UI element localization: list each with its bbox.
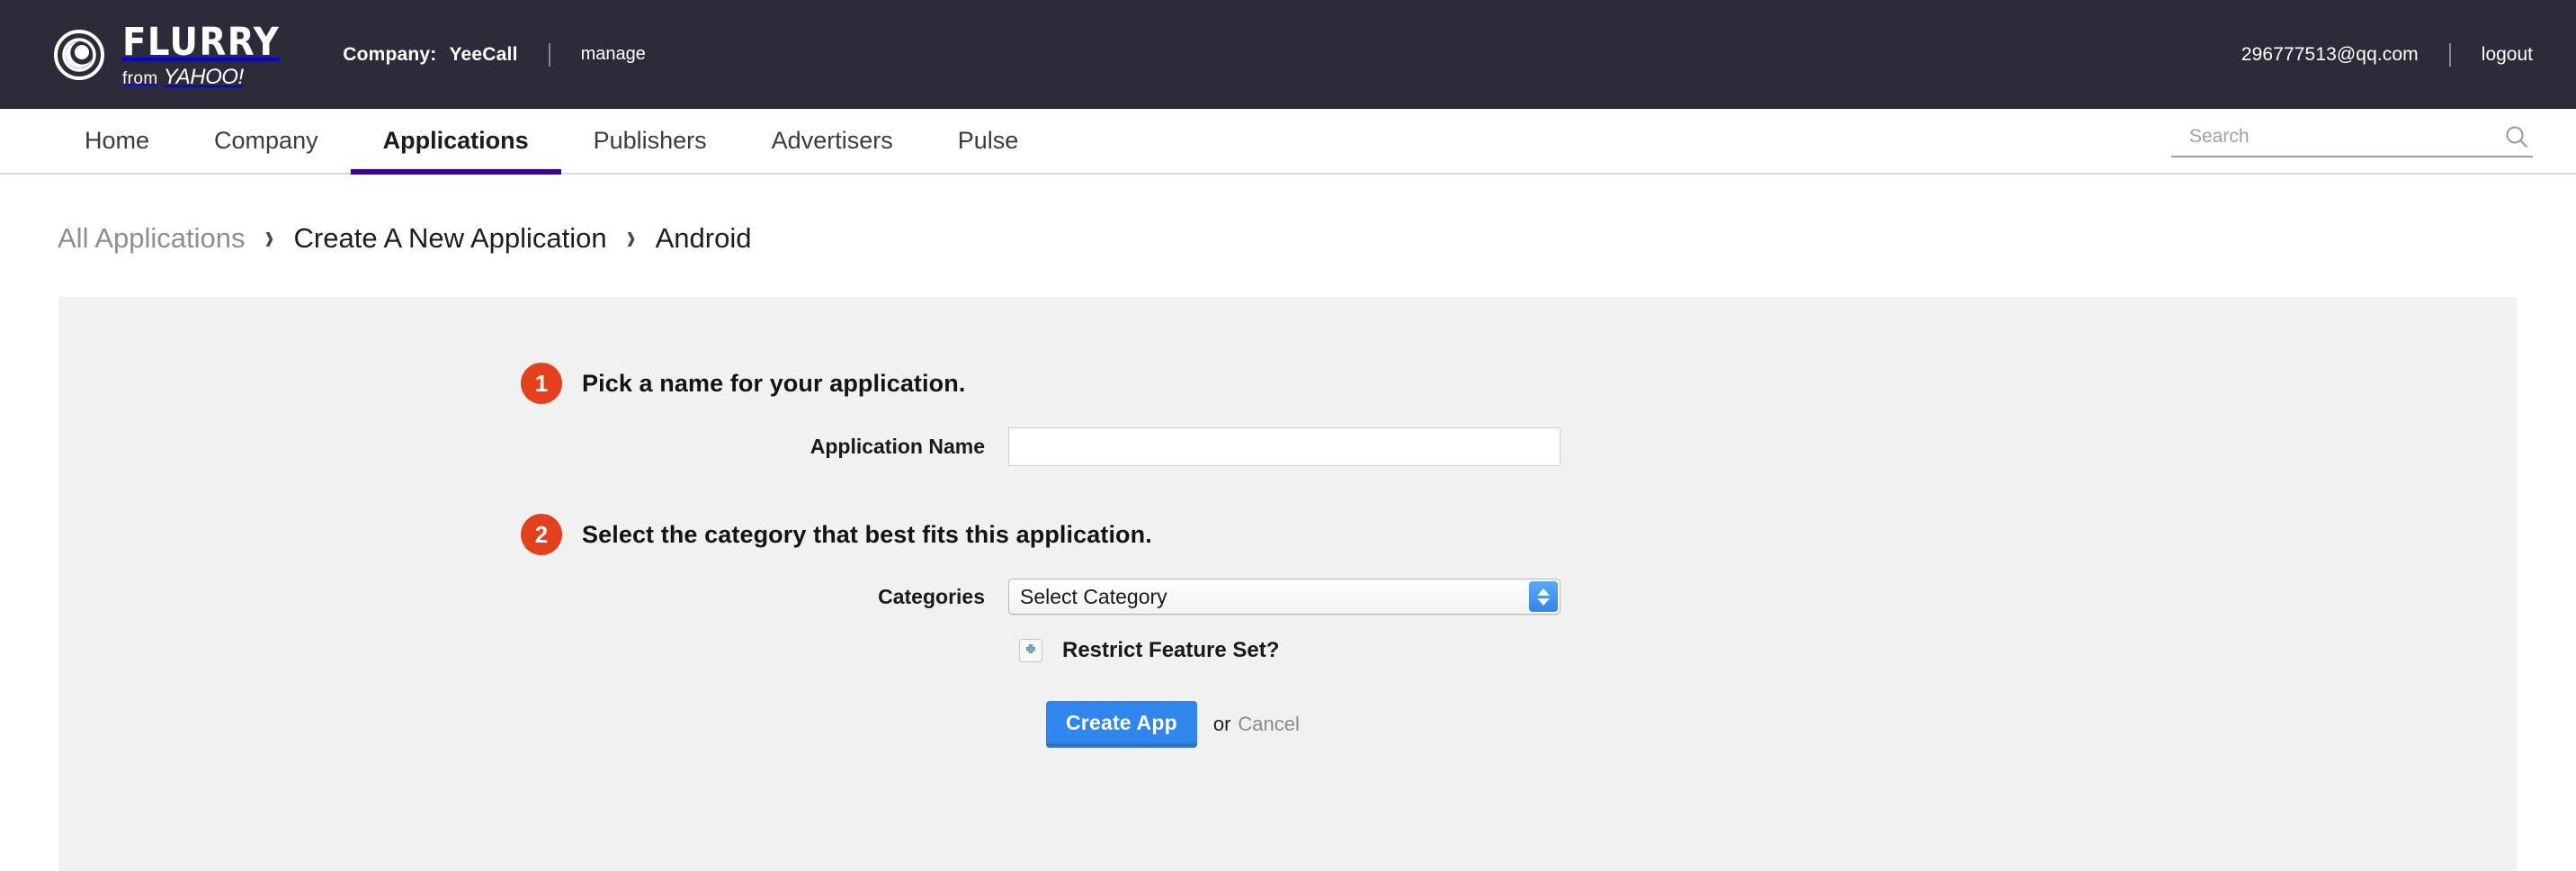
account-email: 296777513@qq.com (2241, 43, 2419, 65)
application-name-label: Application Name (809, 435, 985, 458)
plus-toggle-icon[interactable] (1019, 639, 1042, 662)
categories-selected-value: Select Category (1020, 584, 1167, 608)
brand-wordmark: FLURRY from YAHOO! (122, 22, 280, 88)
brand-yahoo-text: YAHOO! (163, 64, 245, 89)
application-name-input[interactable] (1008, 427, 1561, 466)
categories-row: Categories Select Category (58, 579, 2517, 615)
step-1-badge: 1 (521, 363, 562, 404)
top-header-bar: FLURRY from YAHOO! Company: YeeCall mana… (0, 0, 2576, 109)
chevron-updown-icon[interactable] (1529, 581, 1558, 612)
breadcrumb-item-android: Android (655, 222, 752, 254)
company-label: Company: (343, 43, 437, 65)
brand-from-text: from (122, 68, 158, 88)
breadcrumb-item-create-a-new-application[interactable]: Create A New Application (294, 222, 607, 255)
breadcrumb-separator-icon: › (264, 218, 274, 258)
step-1-heading: 1 Pick a name for your application. (58, 297, 2517, 404)
application-name-row: Application Name (58, 427, 2517, 466)
account-block: 296777513@qq.com logout (2241, 42, 2533, 67)
brand-name: FLURRY (122, 19, 281, 65)
step-2-badge: 2 (521, 514, 562, 555)
brand-tagline: from YAHOO! (122, 64, 280, 89)
company-name: YeeCall (449, 43, 518, 65)
nav-item-advertisers[interactable]: Advertisers (739, 109, 926, 173)
step-2-heading: 2 Select the category that best fits thi… (58, 466, 2517, 555)
flurry-circle-logo-icon (52, 28, 106, 82)
chevron-down-icon (1537, 597, 1550, 606)
create-app-button[interactable]: Create App (1046, 701, 1197, 748)
divider (548, 42, 550, 67)
form-actions: Create App or Cancel (58, 701, 2517, 748)
step-2-title: Select the category that best fits this … (582, 520, 1152, 548)
step-1-title: Pick a name for your application. (582, 369, 966, 397)
categories-select[interactable]: Select Category (1008, 579, 1561, 615)
logout-link[interactable]: logout (2482, 44, 2533, 66)
nav-item-home[interactable]: Home (52, 109, 182, 173)
divider (2448, 42, 2451, 67)
breadcrumb: All Applications › Create A New Applicat… (0, 175, 2576, 265)
search-input[interactable] (2175, 125, 2504, 148)
company-block: Company: YeeCall manage (343, 42, 646, 67)
create-application-panel: 1 Pick a name for your application. Appl… (58, 297, 2517, 871)
flurry-logo-link[interactable]: FLURRY from YAHOO! (52, 22, 280, 88)
nav-item-company[interactable]: Company (182, 109, 351, 173)
nav-item-publishers[interactable]: Publishers (561, 109, 739, 173)
cancel-link[interactable]: Cancel (1238, 713, 1299, 736)
main-navigation-bar: Home Company Applications Publishers Adv… (0, 109, 2576, 175)
categories-label: Categories (878, 584, 985, 608)
search-icon[interactable] (2504, 124, 2529, 149)
nav-item-applications[interactable]: Applications (350, 109, 561, 175)
restrict-feature-set-label: Restrict Feature Set? (1062, 638, 1280, 662)
or-text: or (1212, 713, 1231, 735)
search-box[interactable] (2171, 124, 2533, 157)
breadcrumb-item-all-applications[interactable]: All Applications (58, 222, 246, 255)
manage-link[interactable]: manage (581, 44, 646, 65)
restrict-feature-set-row: Restrict Feature Set? (58, 638, 2517, 663)
nav-item-pulse[interactable]: Pulse (926, 109, 1051, 173)
breadcrumb-separator-icon: › (626, 218, 636, 258)
chevron-up-icon (1537, 588, 1550, 596)
